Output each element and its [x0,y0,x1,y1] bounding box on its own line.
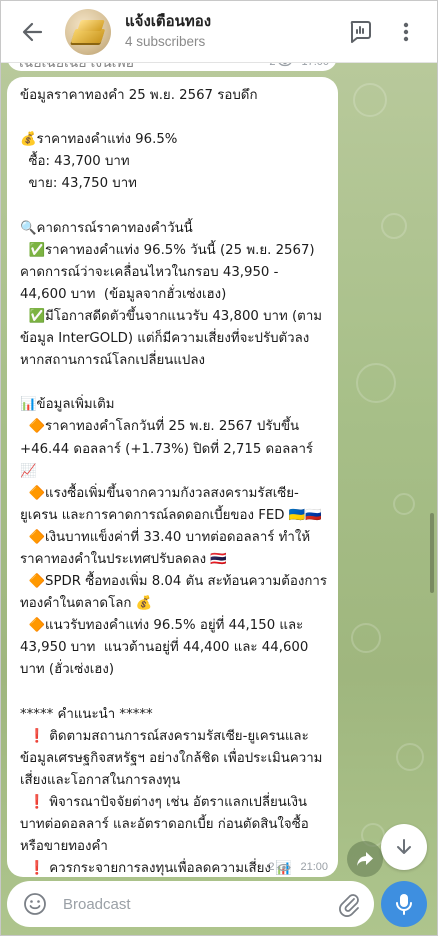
chat-scrollbar[interactable] [430,513,434,593]
message-composer [7,881,374,927]
message-time: 21:00 [300,861,328,873]
telegram-channel-screen: แจ้งเตือนทอง 4 subscribers เฉยเฉยเฉย เงิ… [0,0,438,936]
share-icon [357,852,373,866]
back-button[interactable] [19,18,47,46]
arrow-left-icon [22,22,43,42]
more-button[interactable] [399,18,413,46]
subscriber-count: 4 subscribers [125,34,206,49]
chevron-down-icon [397,839,411,854]
emoji-button[interactable] [23,892,47,916]
microphone-icon [396,894,412,915]
scroll-to-bottom-button[interactable] [381,824,427,870]
poll-button[interactable] [347,19,373,45]
channel-title-block[interactable]: แจ้งเตือนทอง 4 subscribers [125,12,211,51]
paperclip-icon [339,894,359,917]
microphone-button[interactable] [381,881,427,927]
attach-button[interactable] [337,891,361,917]
message-bubble[interactable]: ข้อมูลราคาทองคำ 25 พ.ย. 2567 รอบดึก 💰ราค… [7,77,338,877]
message-meta: 2 21:00 [268,861,328,873]
chat-header: แจ้งเตือนทอง 4 subscribers [1,1,437,63]
eye-icon [277,863,292,871]
view-count: 2 [268,861,275,873]
channel-avatar[interactable] [65,9,111,55]
message-text: ข้อมูลราคาทองคำ 25 พ.ย. 2567 รอบดึก 💰ราค… [20,88,327,877]
channel-name: แจ้งเตือนทอง [125,13,212,30]
share-button[interactable] [347,841,383,877]
poll-icon [350,21,371,43]
more-vertical-icon [403,22,409,42]
smiley-icon [24,893,46,915]
broadcast-input[interactable] [63,893,323,915]
